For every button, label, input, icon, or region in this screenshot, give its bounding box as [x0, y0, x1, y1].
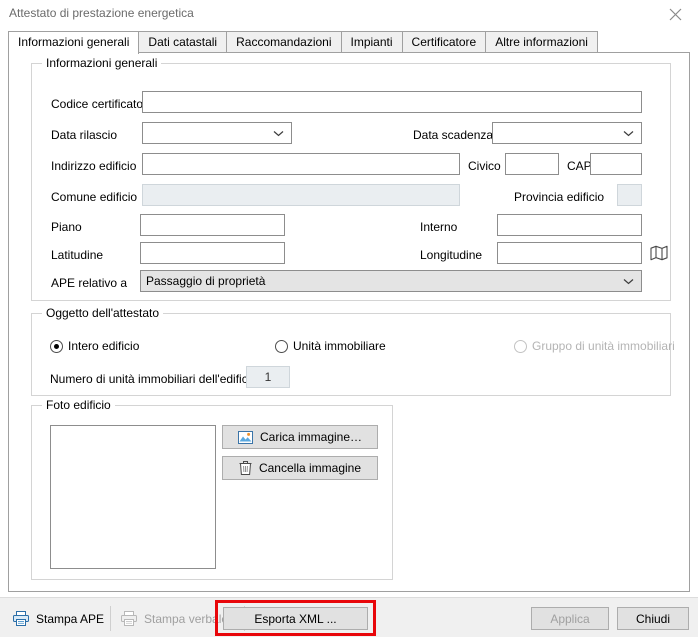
- input-latitudine[interactable]: [140, 242, 285, 264]
- button-label: Cancella immagine: [258, 461, 362, 475]
- label-data-scadenza: Data scadenza: [413, 128, 494, 142]
- close-button[interactable]: [653, 0, 698, 28]
- button-label: Stampa verbale: [144, 611, 229, 626]
- input-longitudine[interactable]: [497, 242, 642, 264]
- combo-data-rilascio[interactable]: [142, 122, 292, 144]
- label-interno: Interno: [420, 220, 458, 234]
- label-indirizzo-edificio: Indirizzo edificio: [51, 159, 137, 173]
- button-label: Stampa APE: [36, 611, 105, 626]
- label-ape-relativo-a: APE relativo a: [51, 276, 128, 290]
- input-numero-unita-immobiliari[interactable]: [246, 366, 290, 388]
- tab-label: Raccomandazioni: [236, 35, 332, 49]
- tab-label: Informazioni generali: [18, 35, 130, 49]
- label-civico: Civico: [468, 159, 501, 173]
- input-piano[interactable]: [140, 214, 285, 236]
- footer-toolbar: Stampa APE Stampa verbale Esporta XML ..…: [0, 597, 698, 637]
- chevron-down-icon: [271, 123, 285, 143]
- dialog-window: Attestato di prestazione energetica Info…: [0, 0, 698, 637]
- input-civico[interactable]: [505, 153, 559, 175]
- tab-raccomandazioni[interactable]: Raccomandazioni: [226, 31, 342, 53]
- tab-content-panel: Informazioni generali Codice certificato…: [8, 52, 690, 592]
- group-informazioni-generali: Informazioni generali Codice certificato…: [31, 56, 671, 301]
- esporta-xml-button[interactable]: Esporta XML ...: [223, 607, 368, 630]
- group-title: Foto edificio: [42, 398, 115, 412]
- input-codice-certificato[interactable]: [142, 91, 642, 113]
- button-label: Chiudi: [635, 611, 671, 626]
- radio-label: Intero edificio: [68, 339, 140, 353]
- chiudi-button[interactable]: Chiudi: [617, 607, 689, 630]
- button-label: Carica immagine…: [259, 430, 363, 444]
- label-provincia-edificio: Provincia edificio: [514, 190, 605, 204]
- chevron-down-icon: [621, 123, 635, 143]
- tab-label: Impianti: [350, 35, 393, 49]
- tab-informazioni-generali[interactable]: Informazioni generali: [8, 31, 140, 54]
- label-numero-unita-immobiliari: Numero di unità immobiliari dell'edifici…: [50, 372, 258, 386]
- button-label: Applica: [550, 611, 590, 626]
- combo-value: Passaggio di proprietà: [146, 274, 266, 288]
- label-codice-certificato: Codice certificato: [51, 97, 144, 111]
- group-title: Oggetto dell'attestato: [42, 306, 164, 320]
- group-foto-edificio: Foto edificio Carica immagine… Cancella …: [31, 398, 393, 580]
- map-icon[interactable]: [650, 245, 668, 261]
- cancella-immagine-button[interactable]: Cancella immagine: [222, 456, 378, 480]
- stampa-verbale-button: Stampa verbale: [116, 607, 238, 630]
- radio-gruppo-unita-immobiliari: Gruppo di unità immobiliari: [514, 339, 675, 353]
- tab-label: Certificatore: [411, 35, 477, 49]
- combo-ape-relativo-a[interactable]: Passaggio di proprietà: [140, 270, 642, 292]
- label-latitudine: Latitudine: [51, 248, 104, 262]
- label-longitudine: Longitudine: [420, 248, 483, 262]
- label-data-rilascio: Data rilascio: [51, 128, 118, 142]
- radio-indicator: [275, 339, 288, 353]
- tab-certificatore[interactable]: Certificatore: [401, 31, 487, 53]
- tab-dati-catastali[interactable]: Dati catastali: [138, 31, 228, 53]
- tab-label: Altre informazioni: [495, 35, 588, 49]
- radio-indicator: [50, 339, 63, 353]
- radio-intero-edificio[interactable]: Intero edificio: [50, 339, 139, 353]
- tab-altre-informazioni[interactable]: Altre informazioni: [485, 31, 598, 53]
- applica-button: Applica: [531, 607, 609, 630]
- combo-data-scadenza[interactable]: [492, 122, 642, 144]
- tab-strip: Informazioni generali Dati catastali Rac…: [8, 31, 690, 54]
- close-icon: [669, 8, 682, 20]
- group-title: Informazioni generali: [42, 56, 162, 70]
- radio-label: Unità immobiliare: [293, 339, 386, 353]
- label-cap: CAP: [567, 159, 592, 173]
- printer-icon: [13, 611, 29, 626]
- input-cap[interactable]: [590, 153, 642, 175]
- trash-icon: [239, 461, 252, 475]
- radio-label: Gruppo di unità immobiliari: [532, 339, 675, 353]
- toolbar-separator: [110, 606, 111, 631]
- carica-immagine-button[interactable]: Carica immagine…: [222, 425, 378, 449]
- radio-unita-immobiliare[interactable]: Unità immobiliare: [275, 339, 386, 353]
- button-label: Esporta XML ...: [254, 611, 337, 626]
- tab-impianti[interactable]: Impianti: [340, 31, 403, 53]
- label-comune-edificio: Comune edificio: [51, 190, 138, 204]
- radio-indicator: [514, 339, 527, 353]
- input-provincia-edificio[interactable]: [617, 184, 642, 206]
- window-title: Attestato di prestazione energetica: [9, 6, 194, 20]
- label-piano: Piano: [51, 220, 82, 234]
- input-indirizzo-edificio[interactable]: [142, 153, 460, 175]
- chevron-down-icon: [621, 271, 635, 291]
- stampa-ape-button[interactable]: Stampa APE: [8, 607, 108, 630]
- title-bar: Attestato di prestazione energetica: [0, 0, 698, 28]
- group-oggetto-attestato: Oggetto dell'attestato Intero edificio U…: [31, 306, 675, 396]
- tab-label: Dati catastali: [148, 35, 218, 49]
- input-interno[interactable]: [497, 214, 642, 236]
- printer-icon: [121, 611, 137, 626]
- input-comune-edificio[interactable]: [142, 184, 460, 206]
- image-icon: [237, 430, 253, 444]
- photo-preview[interactable]: [50, 425, 216, 569]
